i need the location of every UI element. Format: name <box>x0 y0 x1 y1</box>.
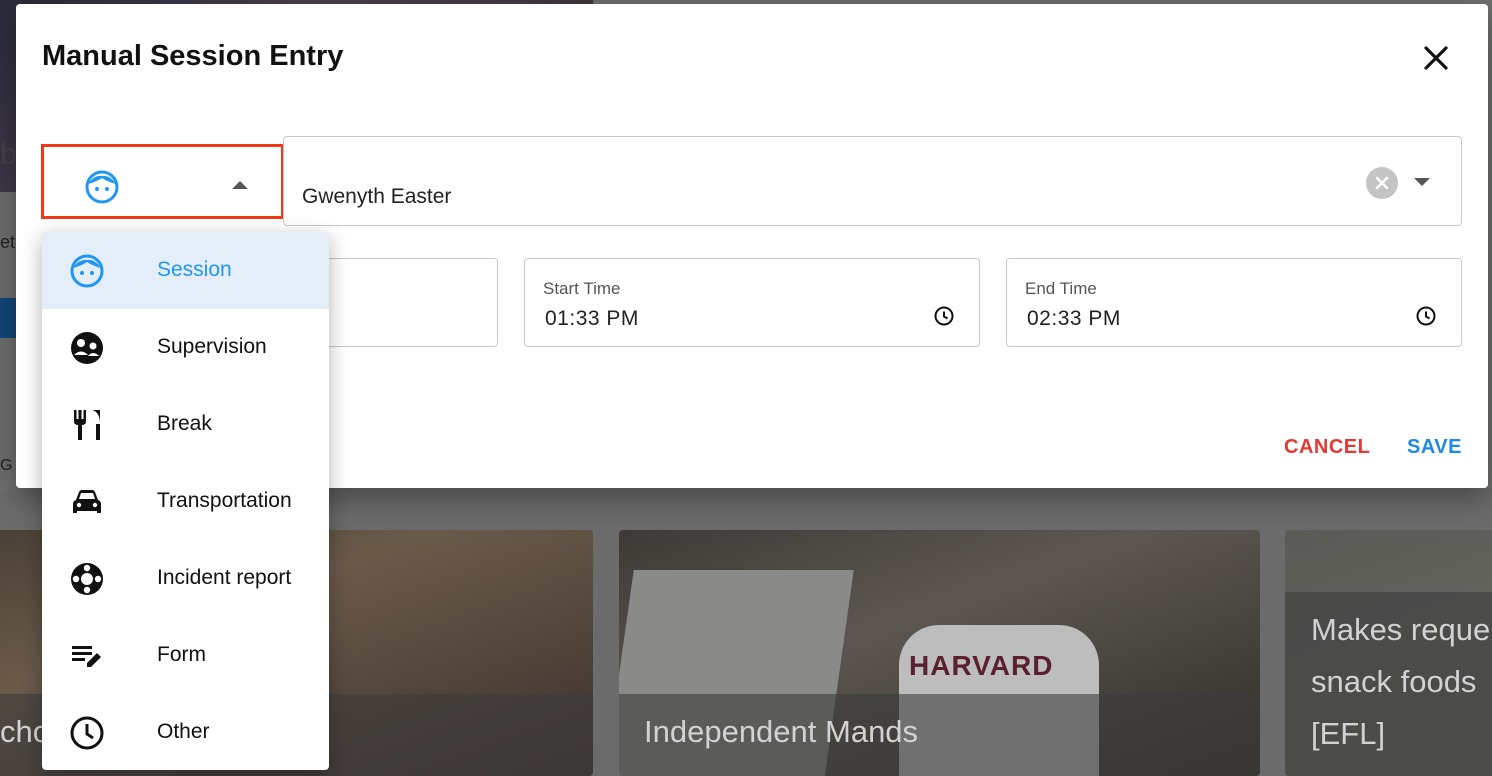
client-value: Gwenyth Easter <box>302 185 452 208</box>
menu-item-transportation[interactable]: Transportation <box>42 463 329 540</box>
chevron-down-icon[interactable] <box>1414 178 1430 186</box>
card-caption: Independent Mands <box>644 714 919 749</box>
activity-card: HARVARD Independent Mands <box>619 530 1260 776</box>
start-time-label: Start Time <box>543 279 621 298</box>
client-select[interactable]: Gwenyth Easter <box>283 136 1462 226</box>
card-caption: [EFL] <box>1311 716 1386 751</box>
clear-icon <box>1375 176 1389 190</box>
end-time-field[interactable]: End Time 02:33 PM <box>1006 258 1462 347</box>
menu-item-label: Form <box>157 643 206 666</box>
face-icon <box>85 170 119 204</box>
background-text-fragment: b <box>0 138 17 171</box>
menu-item-other[interactable]: Other <box>42 694 329 770</box>
save-button[interactable]: SAVE <box>1407 436 1462 459</box>
start-time-value: 01:33 PM <box>545 307 639 330</box>
end-time-value: 02:33 PM <box>1027 307 1121 330</box>
dialog-title: Manual Session Entry <box>42 40 344 72</box>
session-type-select[interactable] <box>41 144 284 219</box>
menu-item-label: Break <box>157 412 212 435</box>
restaurant-icon <box>74 410 100 440</box>
menu-item-form[interactable]: Form <box>42 617 329 694</box>
background-text-fragment: et <box>0 232 16 252</box>
face-icon <box>70 254 104 288</box>
card-caption: Makes reque <box>1311 612 1491 647</box>
menu-item-incident-report[interactable]: Incident report <box>42 540 329 617</box>
chevron-up-icon <box>232 181 248 189</box>
menu-item-supervision[interactable]: Supervision <box>42 309 329 386</box>
menu-item-session[interactable]: Session <box>42 232 329 309</box>
clock-icon[interactable] <box>1415 305 1437 327</box>
card-caption: snack foods <box>1311 664 1477 699</box>
supervision-icon <box>71 332 103 364</box>
session-type-menu: Session Supervision Break Transportation <box>42 232 329 770</box>
close-button[interactable] <box>1420 42 1452 74</box>
form-edit-icon <box>72 646 101 667</box>
background-text-fragment: G <box>0 457 13 474</box>
background-blue-button <box>0 298 16 338</box>
close-icon <box>1424 46 1448 70</box>
menu-item-label: Other <box>157 720 210 743</box>
start-time-field[interactable]: Start Time 01:33 PM <box>524 258 980 347</box>
clear-button[interactable] <box>1366 167 1398 199</box>
end-time-label: End Time <box>1025 279 1097 298</box>
life-ring-icon <box>71 563 103 595</box>
menu-item-break[interactable]: Break <box>42 386 329 463</box>
clock-icon <box>70 716 104 750</box>
shirt-text: HARVARD <box>909 650 1054 681</box>
menu-item-label: Supervision <box>157 335 267 358</box>
menu-item-label: Session <box>157 258 232 281</box>
activity-card: Makes reque snack foods [EFL] <box>1285 530 1492 776</box>
car-icon <box>73 490 101 513</box>
clock-icon[interactable] <box>933 305 955 327</box>
menu-item-label: Incident report <box>157 566 292 589</box>
menu-item-label: Transportation <box>157 489 292 512</box>
cancel-button[interactable]: CANCEL <box>1284 436 1370 459</box>
